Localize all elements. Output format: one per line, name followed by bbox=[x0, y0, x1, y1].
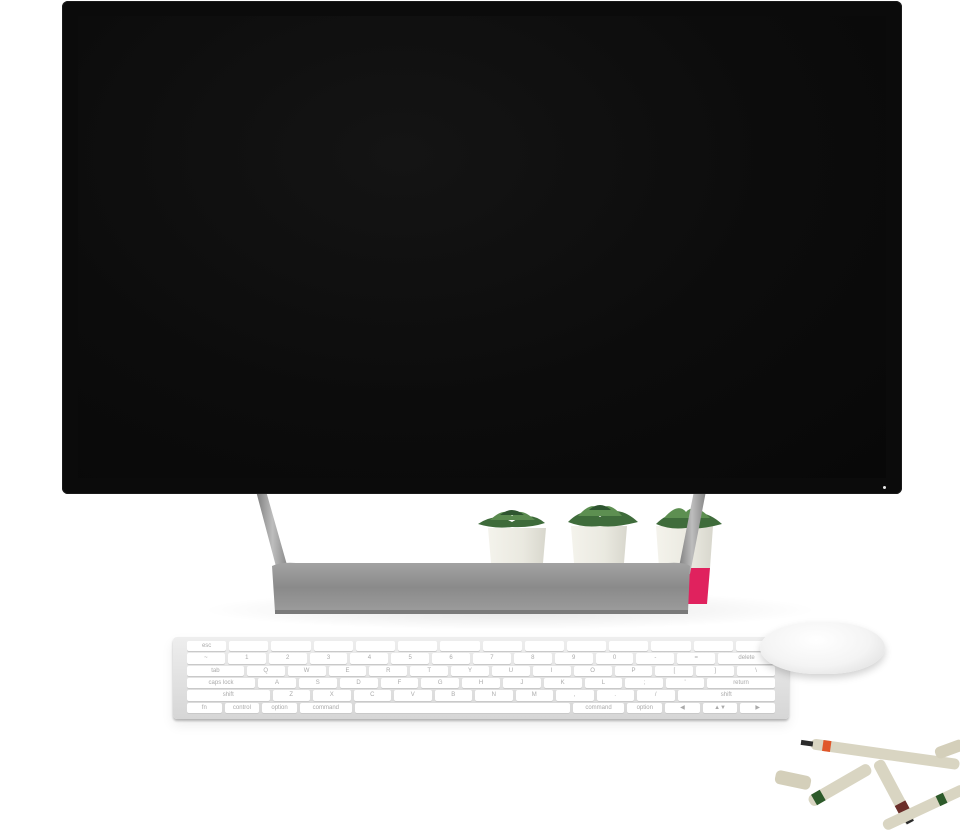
key[interactable]: Q bbox=[246, 665, 285, 676]
key[interactable]: = bbox=[677, 653, 716, 664]
desk-scene: esc ~ 1 2 3 4 5 6 7 8 9 0 - = delete tab… bbox=[0, 0, 960, 831]
key[interactable]: X bbox=[313, 690, 351, 701]
succulent-plant-1 bbox=[478, 510, 546, 563]
key[interactable] bbox=[271, 641, 311, 652]
key[interactable] bbox=[693, 641, 733, 652]
monitor-screen bbox=[78, 16, 886, 478]
key[interactable] bbox=[482, 641, 522, 652]
key[interactable]: C bbox=[353, 690, 391, 701]
key[interactable] bbox=[566, 641, 607, 652]
key[interactable]: 5 bbox=[391, 653, 430, 664]
spacebar-key[interactable] bbox=[354, 702, 570, 713]
key[interactable]: shift bbox=[187, 690, 270, 701]
key[interactable]: \ bbox=[737, 665, 775, 676]
key[interactable]: 9 bbox=[554, 653, 593, 664]
key[interactable] bbox=[229, 641, 269, 652]
key[interactable]: ▶ bbox=[740, 702, 775, 713]
key[interactable]: tab bbox=[187, 665, 244, 676]
key[interactable]: . bbox=[596, 690, 634, 701]
stand-base bbox=[272, 562, 690, 612]
key[interactable] bbox=[440, 641, 480, 652]
key[interactable]: esc bbox=[187, 641, 227, 652]
key[interactable]: fn bbox=[187, 702, 222, 713]
key[interactable]: caps lock bbox=[187, 677, 256, 689]
key[interactable]: option bbox=[627, 702, 663, 713]
key[interactable]: K bbox=[543, 677, 582, 689]
key[interactable]: D bbox=[339, 677, 378, 689]
key[interactable]: [ bbox=[655, 665, 694, 676]
key[interactable]: 7 bbox=[473, 653, 511, 664]
key[interactable]: E bbox=[328, 665, 367, 676]
key[interactable]: 4 bbox=[350, 653, 389, 664]
key[interactable]: J bbox=[502, 677, 541, 689]
key[interactable]: - bbox=[636, 653, 675, 664]
power-led-icon bbox=[883, 486, 886, 489]
key[interactable]: shift bbox=[677, 690, 775, 701]
key[interactable] bbox=[609, 641, 649, 652]
keyboard-row-function: esc bbox=[187, 641, 776, 652]
keyboard[interactable]: esc ~ 1 2 3 4 5 6 7 8 9 0 - = delete tab… bbox=[173, 637, 789, 719]
keyboard-row-shift: shift Z X C V B N M , . / shift bbox=[187, 690, 775, 701]
key[interactable] bbox=[398, 641, 438, 652]
key[interactable] bbox=[313, 641, 353, 652]
key[interactable]: return bbox=[707, 677, 776, 689]
key[interactable]: L bbox=[584, 677, 623, 689]
key[interactable] bbox=[651, 641, 691, 652]
keyboard-row-numbers: ~ 1 2 3 4 5 6 7 8 9 0 - = delete bbox=[187, 653, 775, 664]
key[interactable]: ; bbox=[625, 677, 664, 689]
key[interactable] bbox=[355, 641, 396, 652]
key[interactable]: W bbox=[287, 665, 326, 676]
key[interactable]: 1 bbox=[227, 653, 266, 664]
key[interactable]: 8 bbox=[513, 653, 552, 664]
key[interactable]: 2 bbox=[268, 653, 307, 664]
key[interactable]: 3 bbox=[309, 653, 348, 664]
key[interactable]: control bbox=[224, 702, 260, 713]
key[interactable]: R bbox=[369, 665, 408, 676]
key[interactable]: I bbox=[532, 665, 571, 676]
key[interactable]: H bbox=[462, 677, 500, 689]
succulent-plant-2 bbox=[568, 505, 638, 563]
mouse[interactable] bbox=[760, 622, 885, 674]
key[interactable] bbox=[524, 641, 564, 652]
key[interactable]: V bbox=[394, 690, 432, 701]
key[interactable]: O bbox=[573, 665, 612, 676]
key[interactable]: ] bbox=[696, 665, 735, 676]
key[interactable]: Z bbox=[272, 690, 310, 701]
keyboard-row-bottom: fn control option command command option… bbox=[187, 702, 775, 713]
key[interactable]: command bbox=[572, 702, 625, 713]
monitor bbox=[62, 1, 902, 494]
key[interactable]: T bbox=[410, 665, 449, 676]
key[interactable]: Y bbox=[451, 665, 489, 676]
key[interactable]: option bbox=[262, 702, 297, 713]
key[interactable]: F bbox=[380, 677, 419, 689]
key[interactable]: S bbox=[298, 677, 337, 689]
stand-arm-left bbox=[256, 491, 289, 574]
key[interactable]: 6 bbox=[432, 653, 471, 664]
drawing-pens bbox=[774, 738, 960, 830]
key[interactable]: M bbox=[515, 690, 553, 701]
keyboard-row-qwerty: tab Q W E R T Y U I O P [ ] \ bbox=[187, 665, 775, 676]
key[interactable]: ◀ bbox=[665, 702, 700, 713]
key[interactable]: / bbox=[637, 690, 675, 701]
key[interactable]: command bbox=[299, 702, 352, 713]
key[interactable]: ~ bbox=[187, 653, 225, 664]
keyboard-row-home: caps lock A S D F G H J K L ; ' return bbox=[187, 677, 776, 689]
key[interactable]: U bbox=[491, 665, 530, 676]
key[interactable]: B bbox=[434, 690, 472, 701]
key[interactable]: ▲▼ bbox=[702, 702, 738, 713]
key[interactable]: G bbox=[421, 677, 460, 689]
key[interactable]: A bbox=[258, 677, 296, 689]
key[interactable]: 0 bbox=[595, 653, 634, 664]
key[interactable]: , bbox=[556, 690, 594, 701]
key[interactable]: N bbox=[475, 690, 513, 701]
key[interactable]: P bbox=[614, 665, 653, 676]
key[interactable]: ' bbox=[666, 677, 704, 689]
